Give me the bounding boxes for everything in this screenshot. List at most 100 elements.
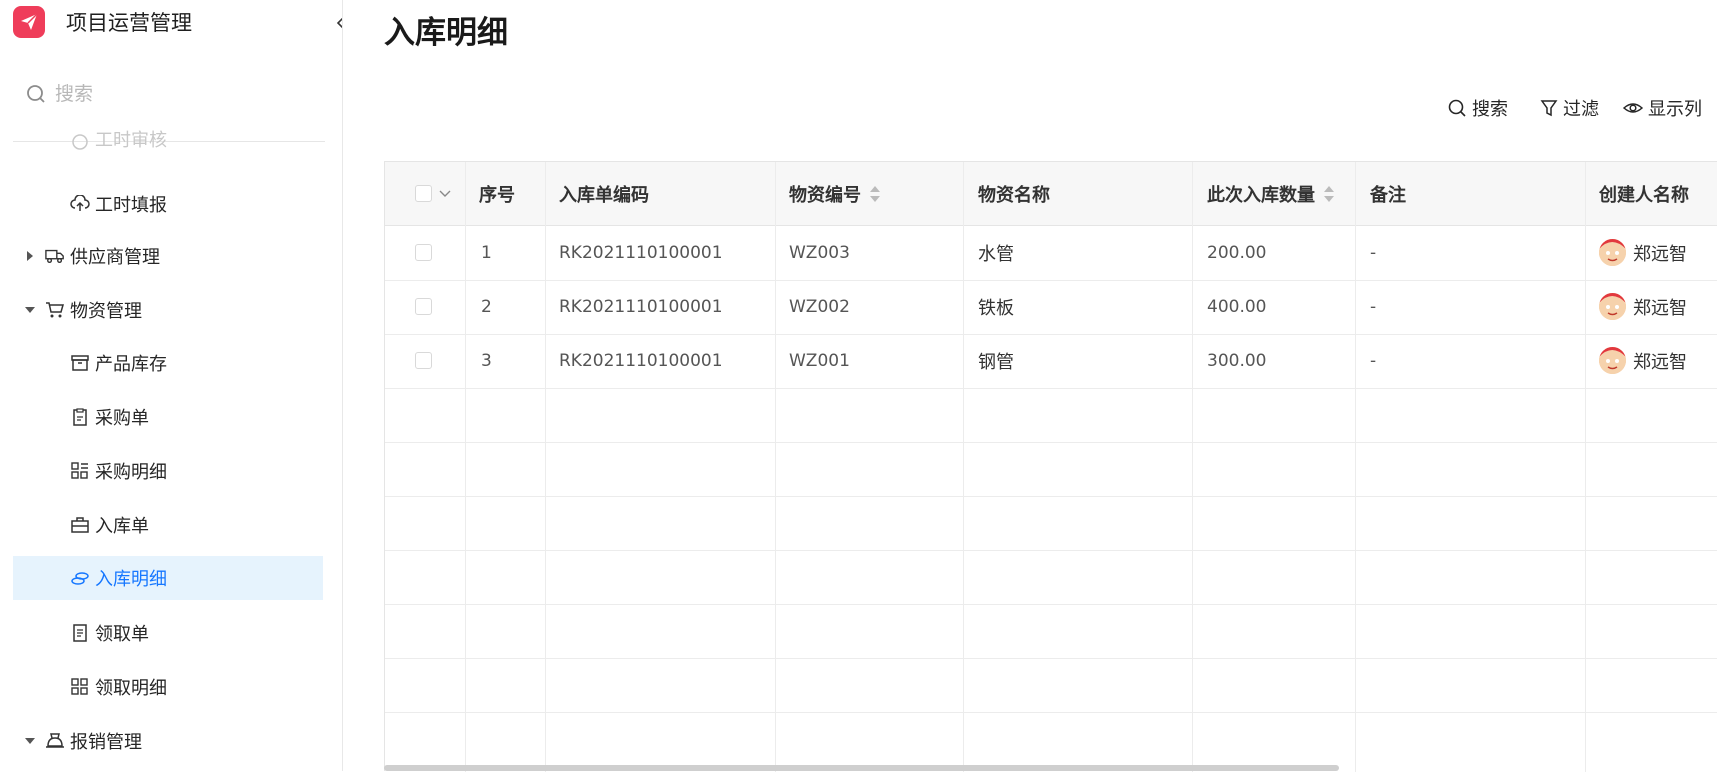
row-checkbox-cell[interactable] — [415, 334, 432, 387]
sidebar-item-requisition-detail[interactable]: 领取明细 — [13, 665, 323, 709]
sidebar-item-inbound-detail[interactable]: 入库明细 — [13, 556, 323, 600]
receipt-icon — [70, 623, 90, 643]
chevron-left-icon — [336, 17, 342, 29]
toolbar: 搜索 过滤 显示列 — [1447, 95, 1702, 121]
avatar — [1599, 239, 1626, 266]
sidebar-item-label: 工时填报 — [95, 195, 167, 216]
app-title: 项目运营管理 — [66, 11, 192, 35]
cell-creator: 郑远智 — [1599, 280, 1687, 333]
cell-seq: 3 — [481, 350, 492, 371]
sidebar-item-label: 采购单 — [95, 408, 149, 429]
sidebar-item-requisition[interactable]: 领取单 — [13, 611, 323, 655]
creator-name: 郑远智 — [1633, 351, 1687, 373]
logo-paper-plane-icon — [13, 6, 45, 38]
sidebar-item-label: 入库明细 — [95, 569, 167, 590]
column-divider — [963, 162, 964, 772]
money-bag-icon — [45, 731, 65, 751]
row-divider — [385, 442, 1717, 443]
column-divider — [775, 162, 776, 772]
row-divider — [385, 496, 1717, 497]
column-divider — [1192, 162, 1193, 772]
row-checkbox[interactable] — [415, 352, 432, 369]
sidebar-item-label: 供应商管理 — [70, 247, 160, 268]
sidebar-item-label: 物资管理 — [70, 301, 142, 322]
sidebar-item-supplier-management[interactable]: 供应商管理 — [13, 234, 323, 278]
sidebar-item-label: 领取单 — [95, 624, 149, 645]
search-icon — [27, 85, 45, 103]
horizontal-scrollbar[interactable] — [384, 765, 1339, 771]
cell-remark: - — [1370, 350, 1377, 371]
row-checkbox[interactable] — [415, 298, 432, 315]
archive-icon — [70, 353, 90, 373]
column-divider — [1355, 162, 1356, 772]
toolbox-icon — [70, 515, 90, 535]
caret-right-icon — [24, 250, 36, 262]
sidebar-item-material-management[interactable]: 物资管理 — [13, 288, 323, 332]
row-divider — [385, 388, 1717, 389]
select-all-control[interactable] — [415, 162, 451, 225]
row-checkbox-cell[interactable] — [415, 226, 432, 279]
eye-icon — [1623, 103, 1643, 113]
column-header-seq: 序号 — [479, 184, 515, 206]
sidebar-item-purchase-order[interactable]: 采购单 — [13, 395, 323, 439]
select-all-checkbox[interactable] — [415, 185, 432, 202]
cell-quantity: 300.00 — [1207, 350, 1267, 371]
sidebar-item-inbound-order[interactable]: 入库单 — [13, 503, 323, 547]
row-divider — [385, 712, 1717, 713]
row-divider — [385, 550, 1717, 551]
column-header-code: 入库单编码 — [559, 184, 649, 206]
cell-quantity: 400.00 — [1207, 296, 1267, 317]
sidebar-item-purchase-detail[interactable]: 采购明细 — [13, 449, 323, 493]
row-divider — [385, 658, 1717, 659]
sidebar-item-timesheet-fill[interactable]: 工时填报 — [13, 182, 323, 226]
sidebar-search[interactable] — [13, 74, 325, 114]
column-header-label: 物资编号 — [789, 184, 861, 206]
row-checkbox[interactable] — [415, 244, 432, 261]
avatar — [1599, 347, 1626, 374]
cell-creator: 郑远智 — [1599, 334, 1687, 387]
cell-material-no: WZ003 — [789, 242, 850, 263]
sidebar-item-timesheet-review[interactable]: 工时审核 — [13, 126, 323, 152]
sidebar: 项目运营管理 工时审核 工时填报 供应商管理 物资管理 — [0, 0, 343, 771]
columns-button[interactable]: 显示列 — [1623, 95, 1702, 121]
sidebar-item-label: 报销管理 — [70, 732, 142, 753]
truck-icon — [45, 246, 65, 266]
cloud-upload-icon — [70, 194, 90, 214]
filter-icon — [1540, 100, 1558, 117]
sort-icon[interactable] — [1323, 185, 1335, 203]
cell-material-no: WZ002 — [789, 296, 850, 317]
row-checkbox-cell[interactable] — [415, 280, 432, 333]
clipboard-icon — [70, 407, 90, 427]
sidebar-item-label: 工时审核 — [95, 130, 167, 151]
column-header-material-name: 物资名称 — [978, 184, 1050, 206]
column-header-remark: 备注 — [1370, 184, 1406, 206]
caret-down-icon — [24, 304, 36, 316]
column-header-quantity[interactable]: 此次入库数量 — [1207, 162, 1335, 225]
cell-material-name: 钢管 — [978, 351, 1014, 373]
column-divider — [1585, 162, 1586, 772]
sidebar-item-reimbursement-management[interactable]: 报销管理 — [13, 719, 323, 763]
search-button[interactable]: 搜索 — [1447, 95, 1508, 121]
collapse-sidebar-button[interactable] — [333, 14, 342, 32]
sort-icon[interactable] — [869, 185, 881, 203]
cell-remark: - — [1370, 242, 1377, 263]
page-title: 入库明细 — [384, 15, 508, 51]
sidebar-item-label: 入库单 — [95, 516, 149, 537]
app-header: 项目运营管理 — [13, 5, 192, 39]
cell-material-name: 铁板 — [978, 297, 1014, 319]
filter-button[interactable]: 过滤 — [1540, 95, 1599, 121]
columns-button-label: 显示列 — [1648, 99, 1702, 120]
column-header-material-no[interactable]: 物资编号 — [789, 162, 881, 225]
search-button-label: 搜索 — [1472, 99, 1508, 120]
sidebar-search-input[interactable] — [53, 82, 297, 106]
column-divider — [545, 162, 546, 772]
cell-creator: 郑远智 — [1599, 226, 1687, 279]
sidebar-item-product-inventory[interactable]: 产品库存 — [13, 341, 323, 385]
cell-code: RK2021110100001 — [559, 242, 723, 263]
chevron-down-icon — [439, 190, 451, 197]
coins-icon — [70, 568, 90, 588]
caret-down-icon — [24, 735, 36, 747]
cell-material-name: 水管 — [978, 243, 1014, 265]
cart-icon — [45, 300, 65, 320]
row-divider — [385, 604, 1717, 605]
